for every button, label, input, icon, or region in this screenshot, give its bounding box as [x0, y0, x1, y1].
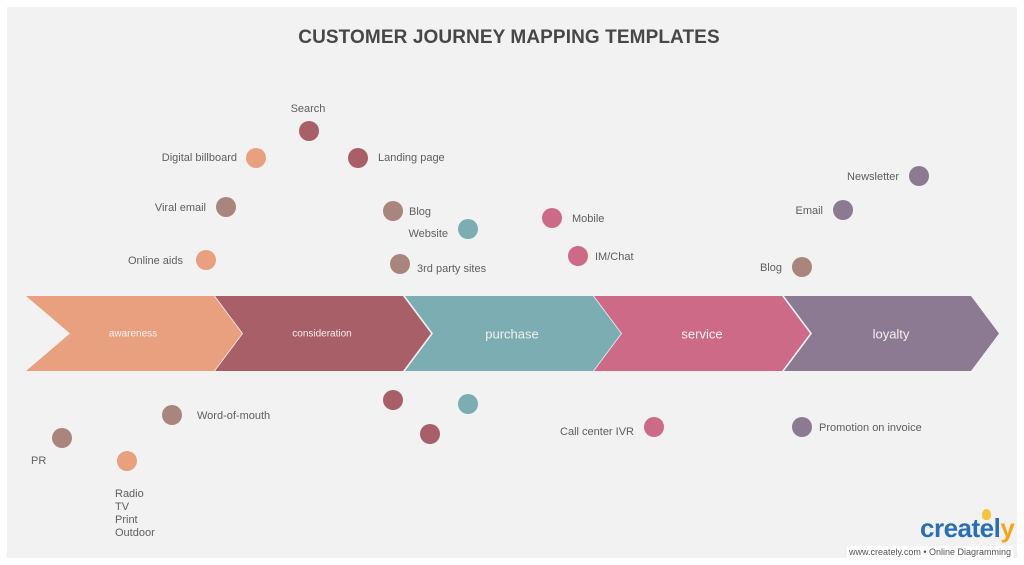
- touchpoint-email-label: Email: [795, 205, 823, 217]
- touchpoint-newsletter-label: Newsletter: [847, 171, 899, 183]
- stage-loyalty-label: loyalty: [872, 326, 910, 342]
- touchpoint-viral-email-dot[interactable]: [216, 197, 236, 217]
- touchpoint-3rd-party-sites-label: 3rd party sites: [417, 263, 487, 275]
- touchpoint-promotion-on-invoice-dot[interactable]: [792, 417, 812, 437]
- touchpoint-digital-billboard-label: Digital billboard: [161, 152, 237, 164]
- touchpoint-online-aids-label: Online aids: [127, 255, 183, 267]
- touchpoint-3rd-party-sites-dot[interactable]: [390, 254, 410, 274]
- touchpoint-im-chat-dot[interactable]: [568, 246, 588, 266]
- touchpoint-traditional-media-dot[interactable]: [117, 451, 137, 471]
- touchpoint-viral-email-label: Viral email: [154, 202, 206, 214]
- touchpoint-purchase-dot[interactable]: [458, 394, 478, 414]
- touchpoint-website-dot[interactable]: [458, 219, 478, 239]
- touchpoint-newsletter-dot[interactable]: [909, 166, 929, 186]
- stage-awareness-label: awareness: [108, 328, 158, 340]
- touchpoint-pr-label: PR: [31, 455, 47, 467]
- media-radio: Radio: [115, 488, 144, 500]
- stage-consideration-label: consideration: [292, 328, 352, 340]
- touchpoint-search-label: Search: [290, 103, 326, 115]
- creately-logo[interactable]: creately: [920, 513, 1015, 543]
- touchpoint-word-of-mouth-label: Word-of-mouth: [197, 410, 271, 422]
- touchpoint-blog-consideration-label: Blog: [409, 206, 432, 218]
- touchpoint-email-dot[interactable]: [833, 200, 853, 220]
- touchpoint-blog-consideration-dot[interactable]: [383, 201, 403, 221]
- touchpoint-consideration-dot-1[interactable]: [383, 390, 403, 410]
- touchpoint-landing-page-label: Landing page: [378, 152, 445, 164]
- logo-text-tail: ely: [980, 513, 1015, 543]
- touchpoint-call-center-ivr-dot[interactable]: [644, 417, 664, 437]
- touchpoint-website-label: Website: [408, 228, 448, 240]
- touchpoint-im-chat-label: IM/Chat: [595, 251, 634, 263]
- touchpoint-call-center-ivr-label: Call center IVR: [560, 426, 634, 438]
- touchpoint-mobile-dot[interactable]: [542, 208, 562, 228]
- touchpoint-digital-billboard-dot[interactable]: [246, 148, 266, 168]
- touchpoint-blog-loyalty-dot[interactable]: [792, 257, 812, 277]
- media-print: Print: [115, 514, 138, 526]
- journey-stages: [26, 296, 999, 371]
- touchpoint-mobile-label: Mobile: [572, 213, 605, 225]
- touchpoint-search-dot[interactable]: [299, 121, 319, 141]
- logo-text-main: creat: [920, 513, 980, 543]
- media-tv: TV: [115, 501, 130, 513]
- logo-text-el: el: [979, 513, 1001, 543]
- footer-credit[interactable]: www.creately.com • Online Diagramming: [847, 546, 1014, 558]
- logo-text-y: y: [1000, 513, 1015, 543]
- touchpoint-word-of-mouth-dot[interactable]: [162, 405, 182, 425]
- touchpoint-traditional-media-label: Radio TV Print Outdoor: [115, 488, 155, 540]
- stage-purchase-label: purchase: [485, 326, 539, 342]
- touchpoint-blog-loyalty-label: Blog: [759, 262, 782, 274]
- media-outdoor: Outdoor: [115, 527, 155, 539]
- touchpoint-consideration-dot-2[interactable]: [420, 424, 440, 444]
- touchpoint-landing-page-dot[interactable]: [348, 148, 368, 168]
- stage-service-label: service: [681, 326, 723, 342]
- touchpoint-promotion-on-invoice-label: Promotion on invoice: [819, 422, 922, 434]
- touchpoint-pr-dot[interactable]: [52, 428, 72, 448]
- touchpoint-online-aids-dot[interactable]: [196, 250, 216, 270]
